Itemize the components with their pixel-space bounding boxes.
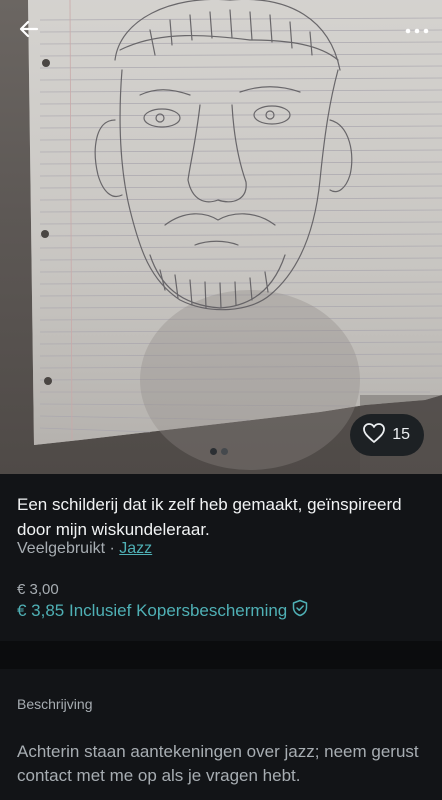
more-options-button[interactable] xyxy=(400,14,434,48)
description-section: Beschrijving Achterin staan aantekeninge… xyxy=(0,669,442,800)
item-photo[interactable]: 15 xyxy=(0,0,442,474)
description-heading: Beschrijving xyxy=(17,696,93,712)
section-divider xyxy=(0,641,442,669)
favorite-count: 15 xyxy=(392,426,410,443)
item-brand-link[interactable]: Jazz xyxy=(119,540,152,557)
more-vertical-icon xyxy=(405,22,429,40)
meta-separator: · xyxy=(105,540,120,557)
item-condition: Veelgebruikt xyxy=(17,540,106,557)
item-title: Een schilderij dat ik zelf heb gemaakt, … xyxy=(17,495,402,539)
heart-icon xyxy=(362,422,386,449)
favorite-button[interactable]: 15 xyxy=(350,414,424,456)
item-meta: Veelgebruikt · Jazz xyxy=(17,540,152,558)
shield-check-icon xyxy=(291,599,309,622)
pager-dot[interactable] xyxy=(221,448,228,455)
item-info: Een schilderij dat ik zelf heb gemaakt, … xyxy=(0,474,442,641)
buyer-protection-price[interactable]: € 3,85 Inclusief Kopersbescherming xyxy=(17,599,309,622)
price-total-label: € 3,85 Inclusief Kopersbescherming xyxy=(17,600,288,620)
description-text: Achterin staan aantekeningen over jazz; … xyxy=(17,742,419,785)
back-button[interactable] xyxy=(12,14,46,48)
photo-pager xyxy=(210,448,228,455)
pager-dot-active[interactable] xyxy=(210,448,217,455)
arrow-left-icon xyxy=(18,18,40,45)
sketch-image xyxy=(28,0,442,474)
item-price: € 3,00 xyxy=(17,581,59,598)
